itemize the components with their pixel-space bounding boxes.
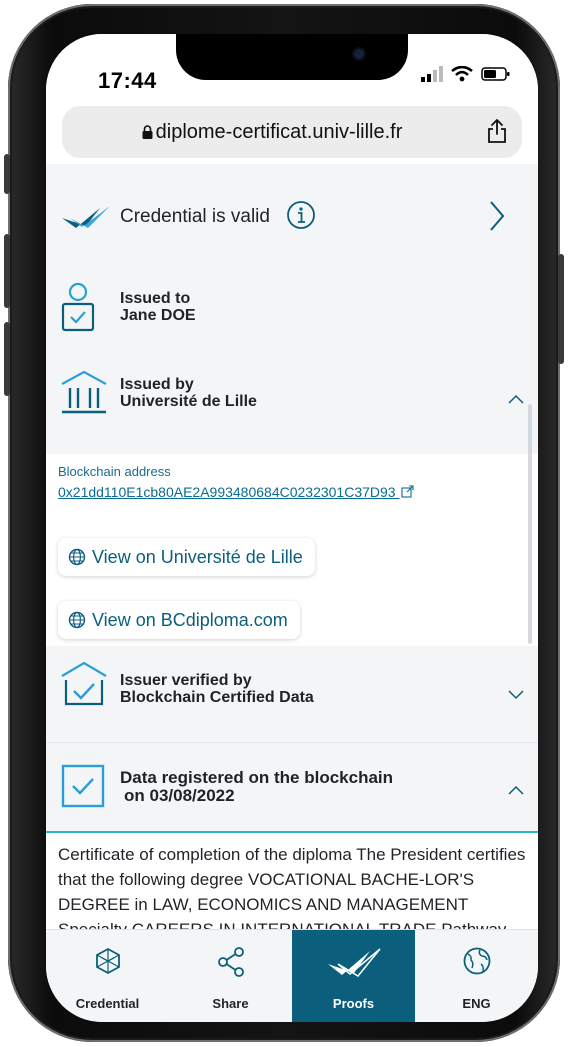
chevron-up-icon[interactable] (508, 785, 524, 795)
globe-icon (68, 611, 86, 629)
address-bar[interactable]: diplome-certificat.univ-lille.fr (62, 106, 522, 158)
mute-switch (4, 154, 10, 194)
tab-proofs[interactable]: Proofs (292, 930, 415, 1022)
view-on-universite-button[interactable]: View on Université de Lille (58, 538, 315, 576)
issued-by-row[interactable]: Issued by Université de Lille (46, 352, 538, 454)
volume-down-button (4, 322, 10, 396)
url-display[interactable]: diplome-certificat.univ-lille.fr (62, 121, 482, 144)
issued-by-title: Issued by (120, 376, 194, 393)
tab-credential-label: Credential (75, 996, 140, 1011)
view-on-bcdiploma-label: View on BCdiploma.com (92, 609, 288, 630)
power-button (558, 254, 564, 364)
checkbox-check-icon (61, 764, 105, 808)
credential-valid-label: Credential is valid (120, 206, 270, 227)
issued-to-name: Jane DOE (120, 307, 196, 324)
url-text: diplome-certificat.univ-lille.fr (155, 121, 403, 143)
external-link-icon (401, 485, 415, 498)
tab-share-label: Share (212, 996, 249, 1011)
certificate-description: Certificate of completion of the diploma… (58, 845, 526, 929)
bottom-tab-bar: Credential Share Proofs ENG (46, 929, 538, 1022)
chevron-up-icon[interactable] (508, 394, 524, 404)
view-on-bcdiploma-button[interactable]: View on BCdiploma.com (58, 601, 300, 639)
issued-by-name: Université de Lille (120, 393, 257, 410)
battery-icon (481, 67, 510, 81)
tab-language-label: ENG (462, 996, 491, 1011)
wifi-icon (451, 66, 473, 82)
globe-icon (463, 947, 490, 975)
verified-house-icon (61, 661, 107, 706)
issued-to-title: Issued to (120, 290, 191, 307)
view-on-universite-label: View on Université de Lille (92, 546, 303, 567)
person-check-icon (61, 282, 95, 332)
lock-icon (142, 125, 153, 139)
tab-proofs-label: Proofs (332, 996, 375, 1011)
phone-screen: 17:44 diplome-certificat.univ-lille.fr C… (46, 34, 538, 1022)
camera (354, 49, 364, 59)
status-icons (421, 66, 511, 82)
issuance-panel: Issued to Jane DOE Issued by Université … (46, 268, 538, 454)
issuer-details: Blockchain address 0x21dd110E1cb80AE2A99… (46, 454, 538, 646)
browser-share-icon[interactable] (486, 118, 508, 144)
status-time: 17:44 (98, 68, 157, 93)
page-content: Credential is valid Issued to Jane DOE I… (46, 164, 538, 929)
scrollbar[interactable] (528, 404, 532, 644)
issuer-verified-row[interactable]: Issuer verified by Blockchain Certified … (46, 646, 538, 742)
chevron-right-icon[interactable] (488, 200, 506, 232)
credential-valid-row[interactable]: Credential is valid (46, 164, 538, 269)
credential-icon (95, 947, 120, 975)
globe-icon (68, 548, 86, 566)
data-registered-row[interactable]: Data registered on the blockchain on 03/… (46, 742, 538, 833)
blockchain-address-link[interactable]: 0x21dd110E1cb80AE2A993480684C0232301C37D… (58, 484, 415, 500)
notch (176, 34, 408, 80)
phone-frame: 17:44 diplome-certificat.univ-lille.fr C… (4, 4, 564, 1042)
institution-icon (61, 370, 107, 414)
proofs-icon (327, 948, 381, 977)
chevron-down-icon[interactable] (508, 690, 524, 700)
blockchain-address-label: Blockchain address (58, 464, 171, 479)
data-registered-title: Data registered on the blockchain (120, 768, 394, 787)
data-registered-date: on 03/08/2022 (124, 786, 235, 805)
blockchain-address-text: 0x21dd110E1cb80AE2A993480684C0232301C37D… (58, 484, 396, 500)
issuer-verified-title: Issuer verified by (120, 672, 252, 689)
issued-to-row: Issued to Jane DOE (46, 268, 538, 352)
info-icon[interactable] (286, 200, 316, 230)
tab-credential[interactable]: Credential (46, 930, 169, 1022)
tab-language[interactable]: ENG (415, 930, 538, 1022)
tab-share[interactable]: Share (169, 930, 292, 1022)
valid-check-icon (62, 206, 110, 228)
volume-up-button (4, 234, 10, 308)
signal-icon (421, 66, 443, 82)
issuer-verified-name: Blockchain Certified Data (120, 689, 314, 706)
share-icon (217, 947, 244, 977)
